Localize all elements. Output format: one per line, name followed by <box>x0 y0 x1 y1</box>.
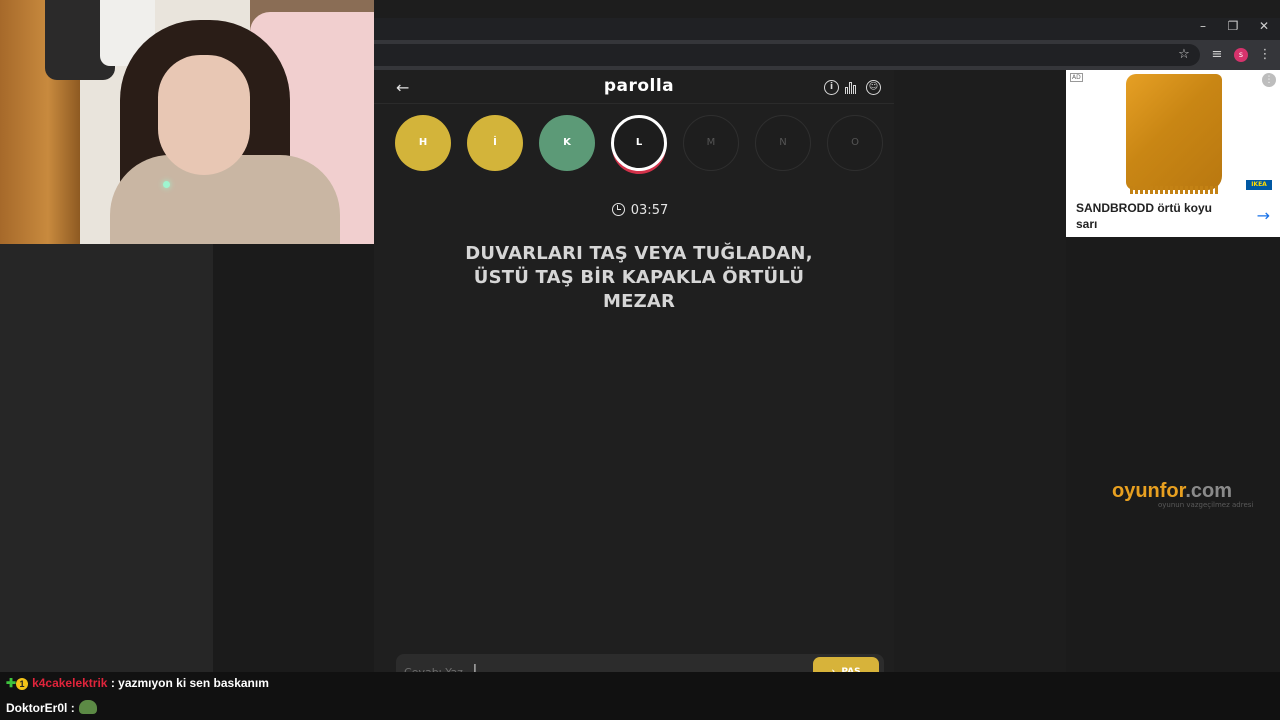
chat-text: : yazmıyon ki sen baskanım <box>110 676 269 690</box>
letter-wheel: H İ K L M N O <box>395 115 885 175</box>
info-icon[interactable]: i <box>824 80 839 95</box>
page-gutter-right <box>1066 237 1280 700</box>
left-dark-panel <box>0 244 213 672</box>
profile-avatar[interactable]: s <box>1234 48 1248 62</box>
chat-message-2: DoktorEr0l : <box>6 700 97 715</box>
browser-titlebar <box>374 18 1280 40</box>
stream-chat: ✚ 1 k4cakelektrik : yazmıyon ki sen baskan… <box>0 672 1280 720</box>
letter-m: M <box>683 115 739 171</box>
restore-button[interactable]: ❐ <box>1218 18 1248 36</box>
address-bar[interactable] <box>374 44 1200 66</box>
webcam-streamer-face <box>158 55 250 175</box>
clock-icon <box>611 203 625 216</box>
screen: – ❐ ✕ ☆ ≡ s ⋮ ← parolla i ☺ H İ K L M N … <box>0 0 1280 720</box>
chat-username: DoktorEr0l <box>6 701 68 715</box>
minimize-button[interactable]: – <box>1188 18 1218 36</box>
chat-username: k4cakelektrik <box>32 676 108 690</box>
ad-arrow-icon[interactable]: → <box>1257 206 1270 225</box>
letter-l-active: L <box>611 115 667 171</box>
menu-icon[interactable]: ⋮ <box>1256 46 1274 64</box>
page-gutter-left <box>213 244 374 700</box>
headset-light <box>163 181 170 188</box>
timer-value: 03:57 <box>630 203 669 218</box>
ad-badge: AD <box>1070 73 1083 82</box>
webcam-feed <box>0 0 374 244</box>
oyunfor-brand: oyunfor <box>1112 480 1186 502</box>
ad-product-image <box>1126 74 1222 194</box>
letter-o: O <box>827 115 883 171</box>
timer: 03:57 <box>374 203 906 218</box>
user-profile-icon[interactable]: ☺ <box>866 80 881 95</box>
frog-emote-icon <box>78 700 97 714</box>
close-window-button[interactable]: ✕ <box>1249 18 1279 36</box>
sub-badge-icon: 1 <box>16 678 29 690</box>
game-header: ← parolla i ☺ <box>374 70 894 104</box>
ad-title[interactable]: SANDBRODD örtü koyu sarı <box>1076 200 1236 232</box>
media-icon[interactable]: ≡ <box>1208 46 1226 64</box>
ad-options-icon[interactable]: ⋮ <box>1262 73 1276 87</box>
letter-k: K <box>539 115 595 171</box>
oyunfor-tagline: oyunun vazgeçilmez adresi <box>1158 501 1254 509</box>
ikea-ad[interactable]: AD ⋮ IKEA SANDBRODD örtü koyu sarı → <box>1066 70 1280 237</box>
oyunfor-tld: .com <box>1185 480 1233 502</box>
chat-message-1: ✚ 1 k4cakelektrik : yazmıyon ki sen baskan… <box>6 676 269 690</box>
oyunfor-watermark: oyunfor.com <box>1112 480 1232 503</box>
stats-icon[interactable] <box>845 80 860 95</box>
star-icon[interactable]: ☆ <box>1175 46 1193 64</box>
ikea-logo: IKEA <box>1246 180 1272 190</box>
chat-text: : <box>70 701 75 715</box>
letter-i: İ <box>467 115 523 171</box>
letter-h: H <box>395 115 451 171</box>
question-text: DUVARLARI TAŞ VEYA TUĞLADAN, ÜSTÜ TAŞ Bİ… <box>465 243 813 312</box>
parolla-game: ← parolla i ☺ H İ K L M N O 03:57 DUVARL… <box>374 70 894 700</box>
letter-n: N <box>755 115 811 171</box>
plus-badge-icon: ✚ <box>6 676 17 690</box>
